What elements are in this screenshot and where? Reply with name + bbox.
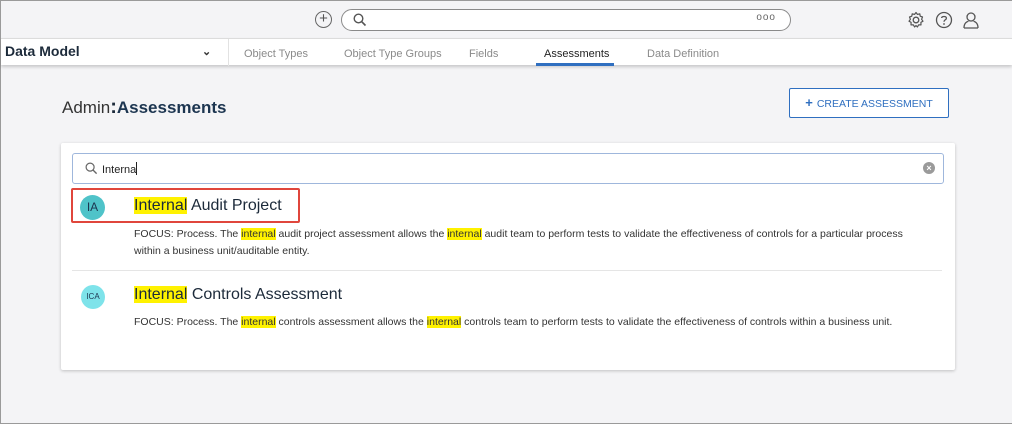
tab-object-types[interactable]: Object Types xyxy=(244,48,308,60)
tab-data-definition[interactable]: Data Definition xyxy=(647,48,719,60)
result-description: FOCUS: Process. The internal audit proje… xyxy=(134,226,924,260)
top-bar: + ooo xyxy=(1,1,1012,38)
match-highlight: Internal xyxy=(134,286,188,303)
page-title: Admin:Assessments xyxy=(62,96,226,119)
search-query-text[interactable]: Interna xyxy=(102,162,138,176)
create-assessment-label: CREATE ASSESSMENT xyxy=(816,98,933,110)
gear-icon[interactable] xyxy=(907,11,925,29)
chevron-down-icon: ⌄ xyxy=(202,46,212,58)
user-icon[interactable] xyxy=(962,11,980,29)
create-assessment-button[interactable]: + CREATE ASSESSMENT xyxy=(789,88,949,118)
match-highlight: internal xyxy=(426,316,462,328)
module-label: Data Model xyxy=(5,43,80,59)
plus-icon: + xyxy=(805,95,813,110)
description-text: controls team to perform tests to valida… xyxy=(461,316,893,328)
search-icon xyxy=(85,162,98,175)
match-highlight: internal xyxy=(447,228,482,240)
page-title-separator: : xyxy=(110,96,117,118)
callout-box xyxy=(71,188,300,223)
description-text: FOCUS: Process. The xyxy=(134,316,242,328)
avatar: ICA xyxy=(81,285,105,309)
clear-search-icon[interactable]: × xyxy=(923,162,935,174)
global-search-input[interactable]: ooo xyxy=(341,9,791,31)
tab-fields[interactable]: Fields xyxy=(469,48,498,60)
result-divider xyxy=(72,270,942,271)
nav-divider xyxy=(228,39,229,66)
match-highlight: internal xyxy=(241,316,276,328)
module-selector[interactable]: Data Model ⌄ xyxy=(5,43,215,59)
page-title-prefix: Admin xyxy=(62,98,111,117)
search-icon xyxy=(353,13,367,27)
page-title-main: Assessments xyxy=(116,98,227,117)
nav-bar: Data Model ⌄ Object Types Object Type Gr… xyxy=(1,38,1012,66)
more-dots-icon[interactable]: ooo xyxy=(756,12,776,23)
text-caret xyxy=(136,162,138,175)
result-title[interactable]: Internal Controls Assessment xyxy=(134,286,342,304)
tab-assessments[interactable]: Assessments xyxy=(544,48,609,60)
match-highlight: internal xyxy=(241,228,276,240)
description-text: controls assessment allows the xyxy=(275,316,427,328)
tab-object-type-groups[interactable]: Object Type Groups xyxy=(344,48,442,60)
description-text: FOCUS: Process. The xyxy=(134,228,242,240)
help-icon[interactable] xyxy=(935,11,953,29)
result-description: FOCUS: Process. The internal controls as… xyxy=(134,314,924,331)
description-text: audit project assessment allows the xyxy=(275,228,448,240)
active-tab-indicator xyxy=(536,63,614,66)
assessment-search-input[interactable]: Interna × xyxy=(72,153,944,184)
plus-circle-icon[interactable]: + xyxy=(315,11,332,28)
